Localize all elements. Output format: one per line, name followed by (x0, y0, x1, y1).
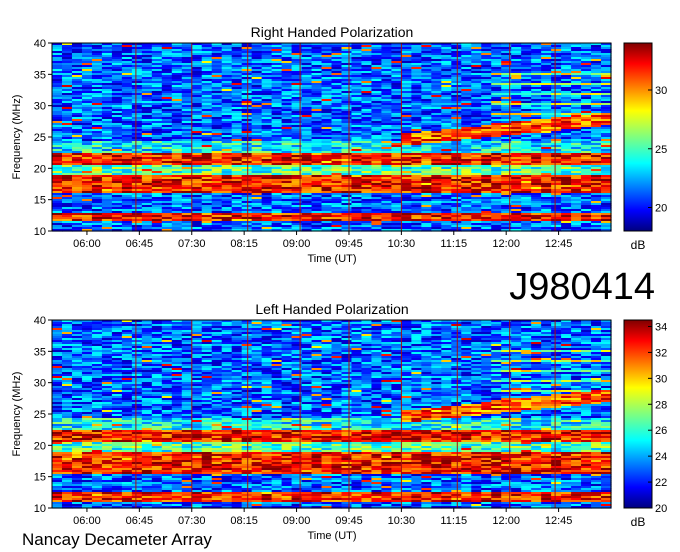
spectrogram-figure: Right Handed Polarization 10152025303540… (11, 24, 667, 549)
heatmap-image (52, 43, 612, 232)
panel-title: Right Handed Polarization (251, 24, 414, 40)
panel-right-handed: Right Handed Polarization 10152025303540… (11, 24, 667, 265)
heatmap-cells (52, 43, 612, 232)
